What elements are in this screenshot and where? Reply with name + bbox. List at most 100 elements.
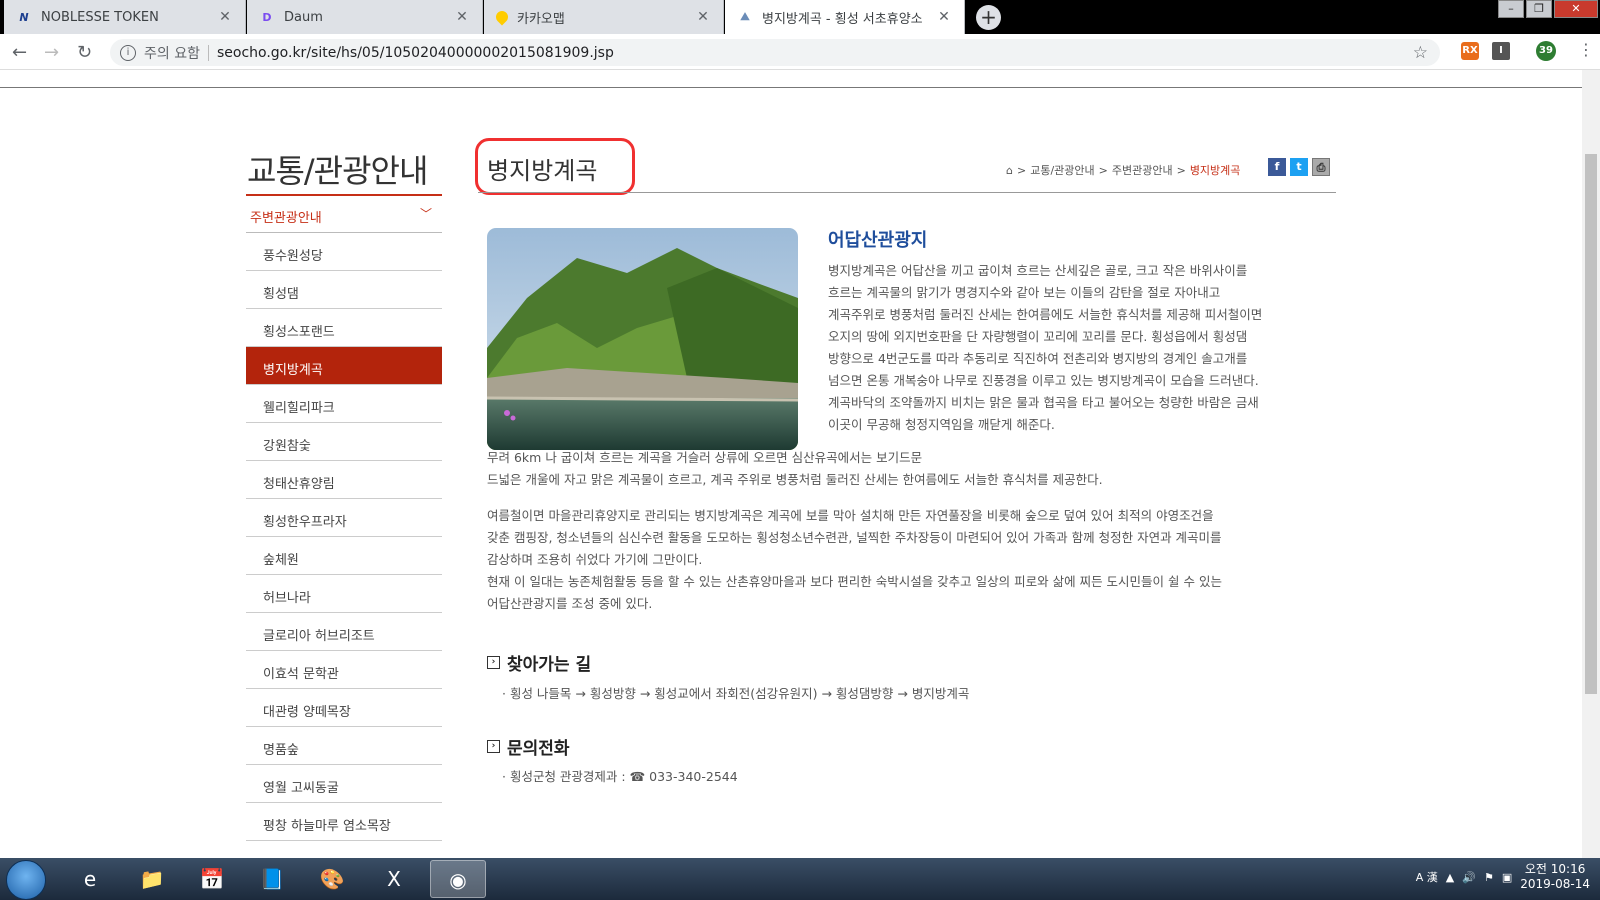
paragraph-line: 갖춘 캠핑장, 청소년들의 심신수련 활동을 도모하는 횡성청소년수련관, 널찍… <box>487 530 1222 545</box>
calendar-app-icon[interactable]: 📅 <box>184 860 240 898</box>
sidebar-item[interactable]: 대관령 양떼목장 <box>246 689 442 727</box>
extension-rss-icon[interactable]: RX <box>1461 42 1479 60</box>
print-icon[interactable]: ⎙ <box>1312 158 1330 176</box>
sidebar-item[interactable]: 명품숲 <box>246 727 442 765</box>
contact-text: · 횡성군청 관광경제과 : ☎ 033-340-2544 <box>502 769 738 784</box>
new-tab-button[interactable]: + <box>976 5 1001 30</box>
reload-icon[interactable]: ↻ <box>77 42 92 63</box>
chrome-icon[interactable]: ◉ <box>430 860 486 898</box>
paragraph-line: 병지방계곡은 어답산을 끼고 굽이쳐 흐르는 산세깊은 골로, 크고 작은 바위… <box>828 263 1248 278</box>
arrow-box-icon: › <box>487 740 500 753</box>
tab-daum[interactable]: D Daum ✕ <box>247 0 483 34</box>
tab-site[interactable]: ⛰ 병지방계곡 - 횡성 서초휴양소 ✕ <box>725 0 965 34</box>
directions-text: · 횡성 나들목 → 횡성방향 → 횡성교에서 좌회전(섬강유원지) → 횡성댐… <box>502 686 970 701</box>
breadcrumb-item[interactable]: 교통/관광안내 <box>1030 162 1094 178</box>
tray-expand-icon[interactable]: ▲ <box>1446 871 1454 884</box>
paragraph-3: 여름철이면 마을관리휴양지로 관리되는 병지방계곡은 계곡에 보를 막아 설치해… <box>487 505 1336 615</box>
sidebar-item[interactable]: 숲체원 <box>246 537 442 575</box>
paragraph-line: 여름철이면 마을관리휴양지로 관리되는 병지방계곡은 계곡에 보를 막아 설치해… <box>487 508 1214 523</box>
close-tab-icon[interactable]: ✕ <box>695 9 711 25</box>
facebook-share-icon[interactable]: f <box>1268 158 1286 176</box>
paragraph-line: 계곡바닥의 조약돌까지 비치는 맑은 물과 협곡을 타고 불어오는 청량한 바람… <box>828 395 1259 410</box>
daum-icon: D <box>262 10 272 24</box>
sidebar-item[interactable]: 글로리아 허브리조트 <box>246 613 442 651</box>
directions-heading: › 찾아가는 길 <box>487 650 591 675</box>
address-bar: ← → ↻ i 주의 요함 seocho.go.kr/site/hs/05/10… <box>0 34 1600 70</box>
kakaomap-icon <box>493 8 511 26</box>
profile-badge[interactable]: 39 <box>1536 41 1556 61</box>
close-window-icon[interactable]: ✕ <box>1554 0 1598 18</box>
breadcrumb: ⌂ > 교통/관광안내 > 주변관광안내 > 병지방계곡 <box>1006 162 1241 178</box>
ie-icon[interactable]: e <box>62 860 118 898</box>
ime-indicator[interactable]: A 漢 <box>1416 869 1438 885</box>
close-tab-icon[interactable]: ✕ <box>936 9 952 25</box>
paragraph-line: 계곡주위로 병풍처럼 둘러진 산세는 한여름에도 서늘한 휴식처를 제공해 피서… <box>828 307 1263 322</box>
sidebar-item[interactable]: 청태산휴양림 <box>246 461 442 499</box>
paragraph-line: 현재 이 일대는 농존체험활동 등을 할 수 있는 산촌휴양마을과 보다 편리한… <box>487 574 1222 589</box>
sidebar-item[interactable]: 허브나라 <box>246 575 442 613</box>
paragraph-line: 어답산관광지를 조성 중에 있다. <box>487 596 653 611</box>
arrow-box-icon: › <box>487 656 500 669</box>
tab-kakaomap[interactable]: 카카오맵 ✕ <box>484 0 724 34</box>
url-omnibox[interactable]: i 주의 요함 seocho.go.kr/site/hs/05/10502040… <box>110 39 1440 66</box>
home-icon[interactable]: ⌂ <box>1006 164 1013 177</box>
sidebar-item[interactable]: 횡성스포랜드 <box>246 309 442 347</box>
sidebar-item[interactable]: 강원참숯 <box>246 423 442 461</box>
sidebar-section-header[interactable]: 주변관광안내 ﹀ <box>246 196 442 233</box>
sidebar-title: 교통/관광안내 <box>247 152 428 190</box>
url-text[interactable]: seocho.go.kr/site/hs/05/1050204000000201… <box>217 45 614 61</box>
sidebar-item[interactable]: 이효석 문학관 <box>246 651 442 689</box>
close-tab-icon[interactable]: ✕ <box>454 9 470 25</box>
file-explorer-icon[interactable]: 📁 <box>124 860 180 898</box>
excel-icon[interactable]: X <box>366 860 422 898</box>
web-page: 교통/관광안내 주변관광안내 ﹀ 풍수원성당 횡성댐 횡성스포랜드 병지방계곡 웰리힐리… <box>0 70 1582 858</box>
network-icon[interactable]: ▣ <box>1502 871 1512 884</box>
window-controls: – ❐ ✕ <box>1496 0 1598 18</box>
volume-icon[interactable]: 🔊 <box>1462 871 1476 884</box>
paragraph-line: 넘으면 온통 개복숭아 나무로 진풍경을 이루고 있는 병지방계곡이 모습을 드… <box>828 373 1259 388</box>
twitter-share-icon[interactable]: t <box>1290 158 1308 176</box>
paragraph-line: 오지의 땅에 외지번호판을 단 자량행렬이 꼬리에 꼬리를 문다. 횡성읍에서 … <box>828 329 1248 344</box>
sidebar-section-label: 주변관광안내 <box>250 211 322 226</box>
start-button[interactable] <box>6 860 46 900</box>
sidebar-item[interactable]: 영월 고씨동굴 <box>246 765 442 803</box>
noblesse-icon: N <box>19 10 29 24</box>
sidebar-item[interactable]: 평창 하늘마루 염소목장 <box>246 803 442 841</box>
extension-info-icon[interactable]: I <box>1492 42 1510 60</box>
article-subtitle: 어답산관광지 <box>828 230 928 251</box>
scrollbar-thumb[interactable] <box>1585 154 1597 694</box>
info-icon[interactable]: i <box>120 44 136 61</box>
contact-heading: › 문의전화 <box>487 734 570 759</box>
title-divider <box>478 192 1336 193</box>
site-icon: ⛰ <box>740 10 750 23</box>
highlight-annotation <box>475 138 635 195</box>
paint-icon[interactable]: 🎨 <box>304 860 360 898</box>
notebook-app-icon[interactable]: 📘 <box>244 860 300 898</box>
header-divider <box>0 87 1582 88</box>
browser-tab-bar: N NOBLESSE TOKEN ✕ D Daum ✕ 카카오맵 ✕ ⛰ 병지방… <box>0 0 1600 34</box>
minimize-icon[interactable]: – <box>1498 0 1524 18</box>
windows-taskbar: e 📁 📅 📘 🎨 X ◉ A 漢 ▲ 🔊 ⚑ ▣ 오전 10:16 2019-… <box>0 858 1600 900</box>
clock[interactable]: 오전 10:16 2019-08-14 <box>1520 862 1590 892</box>
sidebar-item[interactable]: 풍수원성당 <box>246 233 442 271</box>
maximize-icon[interactable]: ❐ <box>1526 0 1552 18</box>
back-arrow-icon[interactable]: ← <box>12 42 27 63</box>
bookmark-star-icon[interactable]: ☆ <box>1413 43 1428 63</box>
page-scrollbar[interactable] <box>1582 70 1600 858</box>
paragraph-line: 이곳이 무공해 청정지역임을 깨닫게 해준다. <box>828 417 1055 432</box>
chevron-down-icon: ﹀ <box>419 207 432 221</box>
breadcrumb-item[interactable]: 주변관광안내 <box>1112 162 1173 178</box>
sidebar-item[interactable]: 웰리힐리파크 <box>246 385 442 423</box>
close-tab-icon[interactable]: ✕ <box>217 9 233 25</box>
menu-kebab-icon[interactable]: ⋮ <box>1578 40 1594 59</box>
sidebar-item[interactable]: 병지방계곡 <box>246 347 442 385</box>
tab-noblesse[interactable]: N NOBLESSE TOKEN ✕ <box>4 0 246 34</box>
valley-photo <box>487 228 798 450</box>
forward-arrow-icon[interactable]: → <box>44 42 59 63</box>
paragraph-line: 감상하며 조용히 쉬었다 가기에 그만이다. <box>487 552 703 567</box>
sidebar-item[interactable]: 횡성댐 <box>246 271 442 309</box>
sidebar-item[interactable]: 횡성한우프라자 <box>246 499 442 537</box>
paragraph-line: 드넓은 개울에 자고 맑은 계곡물이 흐르고, 계곡 주위로 병풍처럼 둘러진 … <box>487 472 1103 487</box>
flag-icon[interactable]: ⚑ <box>1484 871 1494 884</box>
paragraph-2: 무려 6km 나 굽이쳐 흐르는 계곡을 거슬러 상류에 오르면 심산유곡에서는… <box>487 447 1336 491</box>
